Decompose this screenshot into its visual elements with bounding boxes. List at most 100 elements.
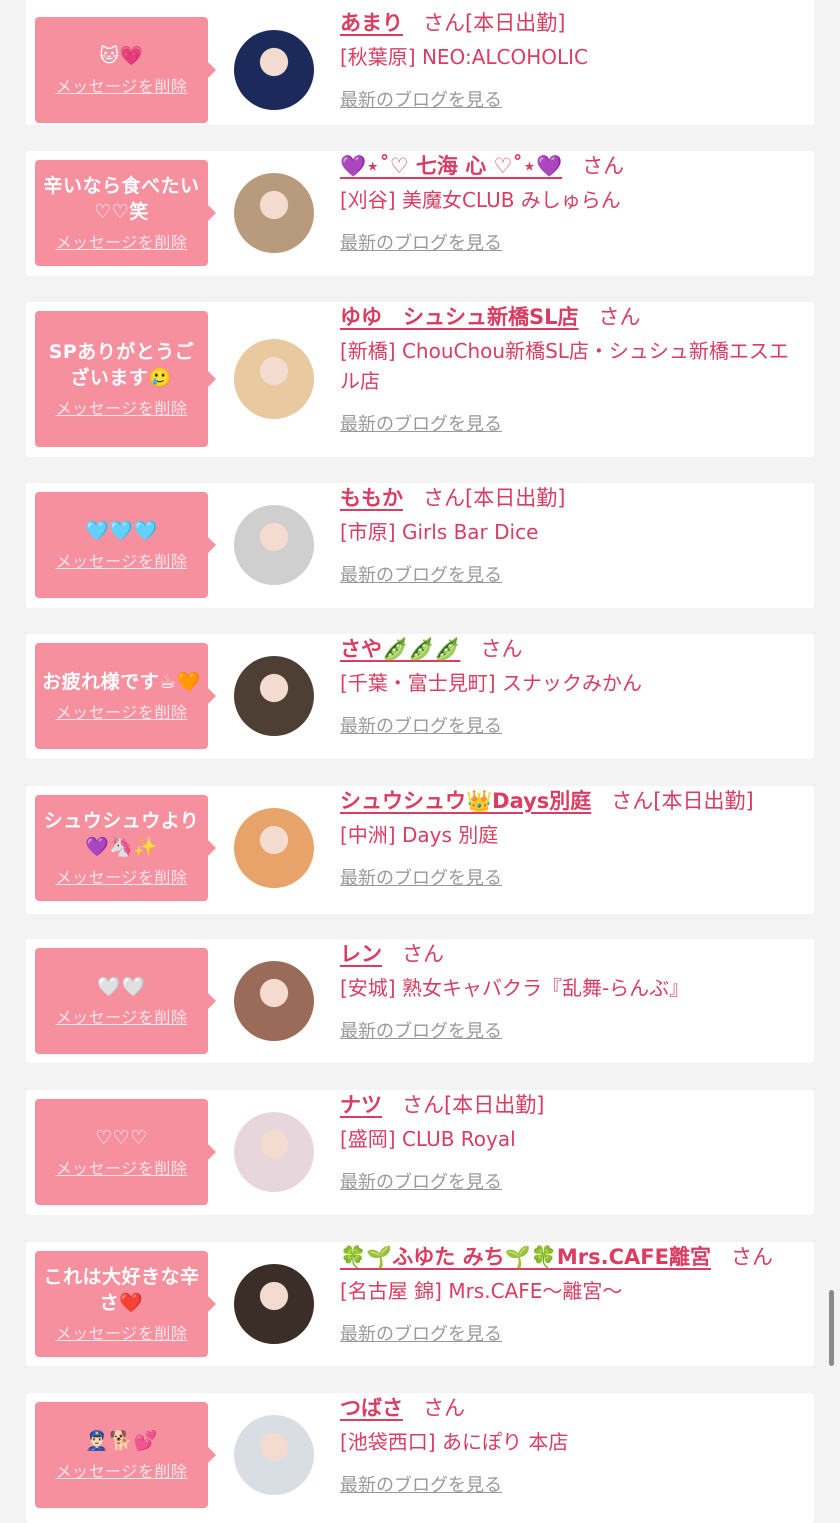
cast-info: つばさ さん [池袋西口] あにぽり 本店 最新のブログを見る <box>340 1393 802 1497</box>
shop-name: [新橋] ChouChou新橋SL店・シュシュ新橋エスエル店 <box>340 339 789 393</box>
delete-message-link[interactable]: メッセージを削除 <box>56 1458 188 1482</box>
delete-message-link[interactable]: メッセージを削除 <box>56 864 188 888</box>
avatar[interactable] <box>234 961 314 1041</box>
message-card: SPありがとうございます🥲 メッセージを削除 ゆゆ シュシュ新橋SL店 さん [新橋] … <box>26 302 814 457</box>
latest-blog-link[interactable]: 最新のブログを見る <box>340 229 502 255</box>
shop-name: [中洲] Days 別庭 <box>340 823 499 847</box>
message-bubble: お疲れ様です☕🧡 メッセージを削除 <box>35 643 216 749</box>
latest-blog-link[interactable]: 最新のブログを見る <box>340 1471 502 1497</box>
name-row: ゆゆ シュシュ新橋SL店 さん <box>340 302 802 332</box>
message-text: ♡♡♡ <box>95 1127 148 1149</box>
shop-name: [安城] 熟女キャバクラ『乱舞-らんぶ』 <box>340 976 690 1000</box>
message-text: 辛いなら食べたい♡♡笑 <box>43 175 200 223</box>
working-today-badge: [本日出勤] <box>653 789 754 813</box>
message-bubble: ♡♡♡ メッセージを削除 <box>35 1099 216 1205</box>
delete-message-link[interactable]: メッセージを削除 <box>56 1320 188 1344</box>
message-bubble: シュウシュウより💜🦄✨ メッセージを削除 <box>35 795 216 901</box>
cast-name-link[interactable]: ももか <box>340 486 403 510</box>
name-row: つばさ さん <box>340 1393 802 1423</box>
delete-message-link[interactable]: メッセージを削除 <box>56 395 188 419</box>
cast-name-link[interactable]: 🍀🌱ふゆた みち🌱🍀Mrs.CAFE離宮 <box>340 1245 711 1269</box>
honorific: さん <box>423 1396 465 1420</box>
name-row: ももか さん[本日出勤] <box>340 483 802 513</box>
latest-blog-link[interactable]: 最新のブログを見る <box>340 1168 502 1194</box>
honorific: さん <box>582 154 625 178</box>
honorific: さん <box>731 1245 773 1269</box>
scrollbar[interactable] <box>829 1290 834 1366</box>
working-today-badge: [本日出勤] <box>465 486 566 510</box>
message-bubble: これは大好きな辛さ❤️ メッセージを削除 <box>35 1251 216 1357</box>
shop-name: [池袋西口] あにぽり 本店 <box>340 1430 569 1454</box>
message-bubble: 👮🏻‍♂️🐕💕 メッセージを削除 <box>35 1402 216 1508</box>
message-text: 🤍🤍 <box>97 976 146 998</box>
delete-message-link[interactable]: メッセージを削除 <box>56 229 188 253</box>
avatar[interactable] <box>234 1264 314 1344</box>
cast-info: さや🫛🫛🫛 さん [千葉・富士見町] スナックみかん 最新のブログを見る <box>340 634 802 738</box>
shop-name: [千葉・富士見町] スナックみかん <box>340 671 642 695</box>
delete-message-link[interactable]: メッセージを削除 <box>56 73 188 97</box>
name-row: 💜⋆˚♡ 七海 心 ♡˚⋆💜 さん <box>340 151 802 181</box>
delete-message-link[interactable]: メッセージを削除 <box>56 1004 188 1028</box>
cast-info: ももか さん[本日出勤] [市原] Girls Bar Dice 最新のブログを見る <box>340 483 802 587</box>
message-text: シュウシュウより💜🦄✨ <box>43 810 200 858</box>
avatar[interactable] <box>234 1112 314 1192</box>
latest-blog-link[interactable]: 最新のブログを見る <box>340 1320 502 1346</box>
cast-info: ナツ さん[本日出勤] [盛岡] CLUB Royal 最新のブログを見る <box>340 1090 802 1194</box>
delete-message-link[interactable]: メッセージを削除 <box>56 699 188 723</box>
avatar[interactable] <box>234 30 314 110</box>
cast-name-link[interactable]: ナツ <box>340 1093 382 1117</box>
avatar[interactable] <box>234 505 314 585</box>
working-today-badge: [本日出勤] <box>465 11 566 35</box>
latest-blog-link[interactable]: 最新のブログを見る <box>340 561 502 587</box>
name-row: ナツ さん[本日出勤] <box>340 1090 802 1120</box>
latest-blog-link[interactable]: 最新のブログを見る <box>340 1017 502 1043</box>
name-row: さや🫛🫛🫛 さん <box>340 634 802 664</box>
cast-name-link[interactable]: 💜⋆˚♡ 七海 心 ♡˚⋆💜 <box>340 154 562 178</box>
cast-name-link[interactable]: ゆゆ シュシュ新橋SL店 <box>340 305 579 329</box>
shop-name: [刈谷] 美魔女CLUB みしゅらん <box>340 188 621 212</box>
message-text: 🩵🩵🩵 <box>85 520 158 542</box>
avatar[interactable] <box>234 1415 314 1495</box>
message-bubble: 🩵🩵🩵 メッセージを削除 <box>35 492 216 598</box>
avatar[interactable] <box>234 808 314 888</box>
cast-name-link[interactable]: シュウシュウ👑Days別庭 <box>340 789 591 813</box>
cast-name-link[interactable]: さや🫛🫛🫛 <box>340 637 460 661</box>
shop-name: [秋葉原] NEO:ALCOHOLIC <box>340 45 589 69</box>
cast-name-link[interactable]: あまり <box>340 11 403 35</box>
message-bubble: 辛いなら食べたい♡♡笑メッセージを削除 <box>35 160 216 266</box>
message-text: 👮🏻‍♂️🐕💕 <box>85 1430 158 1452</box>
cast-info: シュウシュウ👑Days別庭 さん[本日出勤] [中洲] Days 別庭 最新のブログを… <box>340 786 802 890</box>
cast-info: レン さん [安城] 熟女キャバクラ『乱舞-らんぶ』 最新のブログを見る <box>340 939 802 1043</box>
avatar[interactable] <box>234 173 314 253</box>
cast-info: あまり さん[本日出勤] [秋葉原] NEO:ALCOHOLIC 最新のブログを見る <box>340 8 802 112</box>
shop-name: [名古屋 錦] Mrs.CAFE〜離宮〜 <box>340 1279 623 1303</box>
cast-info: 🍀🌱ふゆた みち🌱🍀Mrs.CAFE離宮 さん [名古屋 錦] Mrs.CAFE〜離… <box>340 1242 802 1346</box>
message-card: お疲れ様です☕🧡 メッセージを削除 さや🫛🫛🫛 さん [千葉・富士見町] スナックみかん… <box>26 634 814 759</box>
message-bubble: 🐱💗 メッセージを削除 <box>35 17 216 123</box>
cast-name-link[interactable]: つばさ <box>340 1396 403 1420</box>
avatar[interactable] <box>234 656 314 736</box>
latest-blog-link[interactable]: 最新のブログを見る <box>340 864 502 890</box>
latest-blog-link[interactable]: 最新のブログを見る <box>340 86 502 112</box>
name-row: あまり さん[本日出勤] <box>340 8 802 38</box>
working-today-badge: [本日出勤] <box>444 1093 545 1117</box>
message-card: 🐱💗 メッセージを削除 あまり さん[本日出勤] [秋葉原] NEO:ALCOHOLIC… <box>26 0 814 125</box>
honorific: さん <box>480 637 523 661</box>
name-row: シュウシュウ👑Days別庭 さん[本日出勤] <box>340 786 802 816</box>
delete-message-link[interactable]: メッセージを削除 <box>56 548 188 572</box>
avatar[interactable] <box>234 339 314 419</box>
message-card: 👮🏻‍♂️🐕💕 メッセージを削除 つばさ さん [池袋西口] あにぽり 本店 最新のブログ… <box>26 1393 814 1523</box>
latest-blog-link[interactable]: 最新のブログを見る <box>340 712 502 738</box>
shop-name: [市原] Girls Bar Dice <box>340 520 539 544</box>
latest-blog-link[interactable]: 最新のブログを見る <box>340 410 502 436</box>
delete-message-link[interactable]: メッセージを削除 <box>56 1155 188 1179</box>
message-card: ♡♡♡ メッセージを削除 ナツ さん[本日出勤] [盛岡] CLUB Royal 最新のブ… <box>26 1090 814 1215</box>
honorific: さん <box>402 942 444 966</box>
message-card: これは大好きな辛さ❤️ メッセージを削除 🍀🌱ふゆた みち🌱🍀Mrs.CAFE離宮さ… <box>26 1242 814 1366</box>
cast-info: ゆゆ シュシュ新橋SL店 さん [新橋] ChouChou新橋SL店・シュシュ新橋エ… <box>340 302 802 436</box>
message-text: SPありがとうございます🥲 <box>48 341 195 389</box>
cast-name-link[interactable]: レン <box>340 942 382 966</box>
message-card: 🤍🤍 メッセージを削除 レン さん [安城] 熟女キャバクラ『乱舞-らんぶ』 最新のブログ… <box>26 939 814 1063</box>
shop-name: [盛岡] CLUB Royal <box>340 1127 516 1151</box>
message-bubble: 🤍🤍 メッセージを削除 <box>35 948 216 1054</box>
